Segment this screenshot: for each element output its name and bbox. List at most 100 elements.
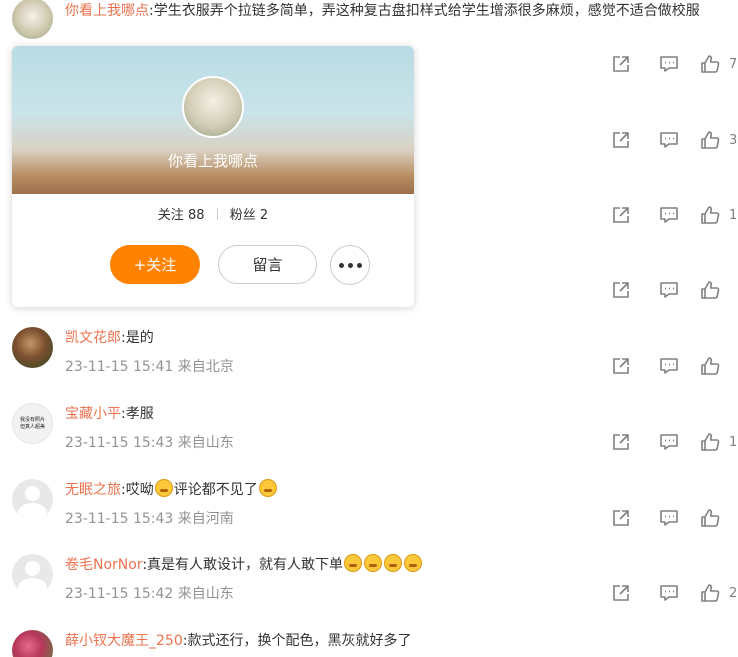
like-count: 3 — [729, 132, 738, 148]
comment-username[interactable]: 你看上我哪点 — [65, 3, 149, 19]
like-button[interactable]: 2 — [700, 583, 738, 603]
emoji-icon — [344, 554, 363, 572]
comment-icon — [659, 54, 679, 74]
comment-meta: 23-11-15 15:43 来自河南 — [65, 508, 234, 528]
like-button[interactable] — [700, 280, 738, 300]
reply-button[interactable] — [659, 205, 679, 225]
comment-icon — [659, 583, 679, 603]
avatar[interactable] — [12, 554, 53, 595]
comment-actions: 1 — [611, 203, 738, 227]
avatar[interactable] — [12, 630, 53, 657]
default-avatar-icon — [25, 486, 40, 501]
share-button[interactable] — [611, 583, 631, 603]
like-button[interactable]: 7 — [700, 54, 738, 74]
like-count: 2 — [729, 585, 738, 601]
comment-time: 23-11-15 15:42 — [65, 586, 174, 602]
share-icon — [611, 508, 631, 528]
thumbs-up-icon — [700, 280, 720, 300]
comment-location: 来自北京 — [177, 359, 234, 375]
share-icon — [611, 432, 631, 452]
comment-actions — [611, 354, 738, 378]
comment-time: 23-11-15 15:43 — [65, 511, 174, 527]
comment-icon — [659, 432, 679, 452]
comment-icon — [659, 130, 679, 150]
comment-username[interactable]: 宝藏小平 — [65, 406, 121, 422]
comment-username[interactable]: 凯文花郎 — [65, 330, 121, 346]
comment-icon — [659, 356, 679, 376]
follow-button[interactable]: +关注 — [110, 245, 200, 284]
share-button[interactable] — [611, 205, 631, 225]
profile-card: 你看上我哪点 关注 88 粉丝 2 +关注 留言 — [12, 46, 414, 307]
message-button[interactable]: 留言 — [218, 245, 317, 284]
comment-text: :款式还行，换个配色，黑灰就好多了 — [182, 633, 412, 649]
share-button[interactable] — [611, 508, 631, 528]
share-button[interactable] — [611, 432, 631, 452]
comment-icon — [659, 205, 679, 225]
divider — [216, 208, 218, 220]
thumbs-up-icon — [700, 130, 720, 150]
thumbs-up-icon — [700, 54, 720, 74]
comment-location: 来自山东 — [177, 586, 234, 602]
reply-button[interactable] — [659, 54, 679, 74]
comment-text: :真是有人敢设计，就有人敢下单 — [142, 557, 344, 573]
followers-stat[interactable]: 粉丝 2 — [230, 208, 268, 223]
comment-actions: 2 — [611, 581, 738, 605]
thumbs-up-icon — [700, 583, 720, 603]
share-button[interactable] — [611, 54, 631, 74]
share-icon — [611, 54, 631, 74]
comment-username[interactable]: 无眠之旅 — [65, 482, 121, 498]
profile-name[interactable]: 你看上我哪点 — [12, 150, 414, 171]
emoji-icon — [364, 554, 383, 572]
reply-button[interactable] — [659, 130, 679, 150]
reply-button[interactable] — [659, 432, 679, 452]
comment-username[interactable]: 卷毛NorNor — [65, 557, 142, 573]
avatar[interactable] — [12, 0, 53, 39]
like-button[interactable]: 3 — [700, 130, 738, 150]
avatar[interactable] — [12, 479, 53, 520]
share-icon — [611, 583, 631, 603]
profile-avatar[interactable] — [182, 76, 244, 138]
more-button[interactable] — [330, 245, 370, 285]
comment-time: 23-11-15 15:43 — [65, 435, 174, 451]
like-count: 1 — [729, 207, 738, 223]
like-button[interactable] — [700, 356, 738, 376]
thumbs-up-icon — [700, 508, 720, 528]
comment-icon — [659, 280, 679, 300]
comment-time: 23-11-15 15:41 — [65, 359, 174, 375]
reply-button[interactable] — [659, 280, 679, 300]
more-icon — [337, 262, 364, 268]
comment-username[interactable]: 薛小钗大魔王_250 — [65, 633, 183, 649]
share-icon — [611, 205, 631, 225]
share-button[interactable] — [611, 356, 631, 376]
default-avatar-icon — [25, 561, 40, 576]
share-button[interactable] — [611, 280, 631, 300]
comment-actions: 3 — [611, 128, 738, 152]
like-button[interactable]: 1 — [700, 205, 738, 225]
comment-location: 来自山东 — [177, 435, 234, 451]
comment-text: :学生衣服弄个拉链多简单，弄这种复古盘扣样式给学生增添很多麻烦，感觉不适合做校服 — [149, 3, 700, 19]
avatar[interactable]: 我没有照片但真人超美 — [12, 403, 53, 444]
comment-actions: 1 — [611, 430, 738, 454]
emoji-icon — [154, 479, 173, 497]
comment-text: :哎呦 — [121, 482, 154, 498]
comment-meta: 23-11-15 15:41 来自北京 — [65, 356, 234, 376]
reply-button[interactable] — [659, 508, 679, 528]
reply-button[interactable] — [659, 583, 679, 603]
comment-text: :是的 — [121, 330, 154, 346]
thumbs-up-icon — [700, 432, 720, 452]
emoji-icon — [384, 554, 403, 572]
thumbs-up-icon — [700, 205, 720, 225]
comment-meta: 23-11-15 15:42 来自山东 — [65, 583, 234, 603]
like-button[interactable]: 1 — [700, 432, 738, 452]
like-count: 1 — [729, 434, 738, 450]
share-button[interactable] — [611, 130, 631, 150]
comment-actions: 7 — [611, 52, 738, 76]
following-stat[interactable]: 关注 88 — [158, 208, 205, 223]
share-icon — [611, 130, 631, 150]
profile-stats: 关注 88 粉丝 2 — [12, 204, 414, 223]
like-button[interactable] — [700, 508, 738, 528]
avatar[interactable] — [12, 327, 53, 368]
reply-button[interactable] — [659, 356, 679, 376]
comment-text: 评论都不见了 — [173, 482, 258, 498]
comment-icon — [659, 508, 679, 528]
